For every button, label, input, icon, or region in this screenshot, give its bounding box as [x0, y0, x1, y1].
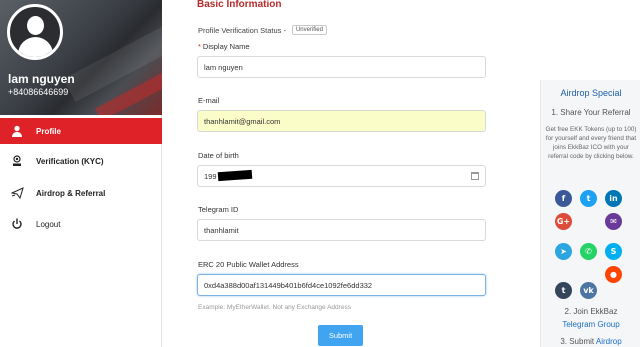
profile-phone: +84086646699 — [8, 87, 69, 97]
airdrop-step-join: 2. Join EkkBaz — [564, 307, 618, 316]
power-icon — [10, 217, 24, 231]
verification-status: Profile Verification Status - Unverified — [198, 25, 327, 35]
telegram-field[interactable]: thanhlamit — [197, 219, 486, 241]
wallet-hint: Example: MyEtherWallet. Not any Exchange… — [198, 304, 351, 311]
sidebar-item-label: Airdrop & Referral — [36, 188, 106, 198]
section-title: Basic Information — [197, 0, 282, 10]
email-icon[interactable]: ✉ — [605, 213, 622, 230]
status-label: Profile Verification Status - — [198, 25, 286, 35]
redaction-mark — [217, 169, 253, 182]
sidebar-item-profile[interactable]: Profile — [0, 118, 162, 144]
wallet-field[interactable]: 0xd4a388d00af131449b401b6fd4ce1092fe6dd3… — [197, 274, 486, 296]
airdrop-link[interactable]: Airdrop — [596, 337, 622, 346]
telegram-group-link[interactable]: Telegram Group — [541, 320, 640, 329]
sidebar-item-verification[interactable]: Verification (KYC) — [0, 148, 162, 174]
send-icon — [10, 186, 24, 200]
email-field[interactable]: thanhlamit@gmail.com — [197, 110, 486, 132]
twitter-icon[interactable]: t — [580, 190, 597, 207]
dob-value: 199 — [204, 172, 217, 181]
status-badge: Unverified — [291, 25, 327, 35]
airdrop-title: Airdrop Special — [560, 88, 622, 98]
required-marker: * — [198, 42, 201, 51]
skype-icon[interactable]: S — [605, 243, 622, 260]
tumblr-icon[interactable]: t — [555, 282, 572, 299]
profile-name: lam nguyen — [8, 72, 75, 86]
airdrop-description: Get free EKK Tokens (up to 100) for your… — [545, 126, 637, 161]
vk-icon[interactable]: vk — [580, 282, 597, 299]
airdrop-panel: Airdrop Special 1. Share Your Referral G… — [540, 80, 640, 347]
sidebar: lam nguyen +84086646699 Profile Verifica… — [0, 0, 162, 347]
profile-header: lam nguyen +84086646699 — [0, 0, 162, 115]
dob-field[interactable]: 199 — [197, 165, 486, 187]
profile-form: Basic Information Profile Verification S… — [163, 0, 540, 347]
wallet-label: ERC 20 Public Wallet Address — [198, 260, 299, 269]
avatar[interactable] — [7, 4, 63, 60]
airdrop-step-share: 1. Share Your Referral — [551, 108, 631, 117]
whatsapp-icon[interactable]: ✆ — [580, 243, 597, 260]
user-icon — [10, 124, 24, 138]
linkedin-icon[interactable]: in — [605, 190, 622, 207]
airdrop-step-submit: 3. Submit Airdrop — [560, 337, 622, 346]
telegram-label: Telegram ID — [198, 205, 239, 214]
sidebar-item-label: Logout — [36, 219, 61, 229]
facebook-icon[interactable]: f — [555, 190, 572, 207]
reddit-icon[interactable]: ● — [605, 266, 622, 283]
telegram-icon[interactable]: ➤ — [555, 243, 572, 260]
calendar-icon[interactable] — [471, 172, 479, 180]
id-badge-icon — [10, 154, 24, 168]
submit-button[interactable]: Submit — [318, 325, 363, 346]
display-name-label: * Display Name — [198, 42, 250, 51]
sidebar-item-logout[interactable]: Logout — [0, 211, 162, 237]
sidebar-item-airdrop[interactable]: Airdrop & Referral — [0, 180, 162, 206]
dob-label: Date of birth — [198, 151, 239, 160]
display-name-field[interactable]: lam nguyen — [197, 56, 486, 78]
email-label: E-mail — [198, 96, 220, 105]
google-plus-icon[interactable]: G+ — [555, 213, 572, 230]
sidebar-item-label: Profile — [36, 126, 61, 136]
sidebar-item-label: Verification (KYC) — [36, 156, 104, 166]
